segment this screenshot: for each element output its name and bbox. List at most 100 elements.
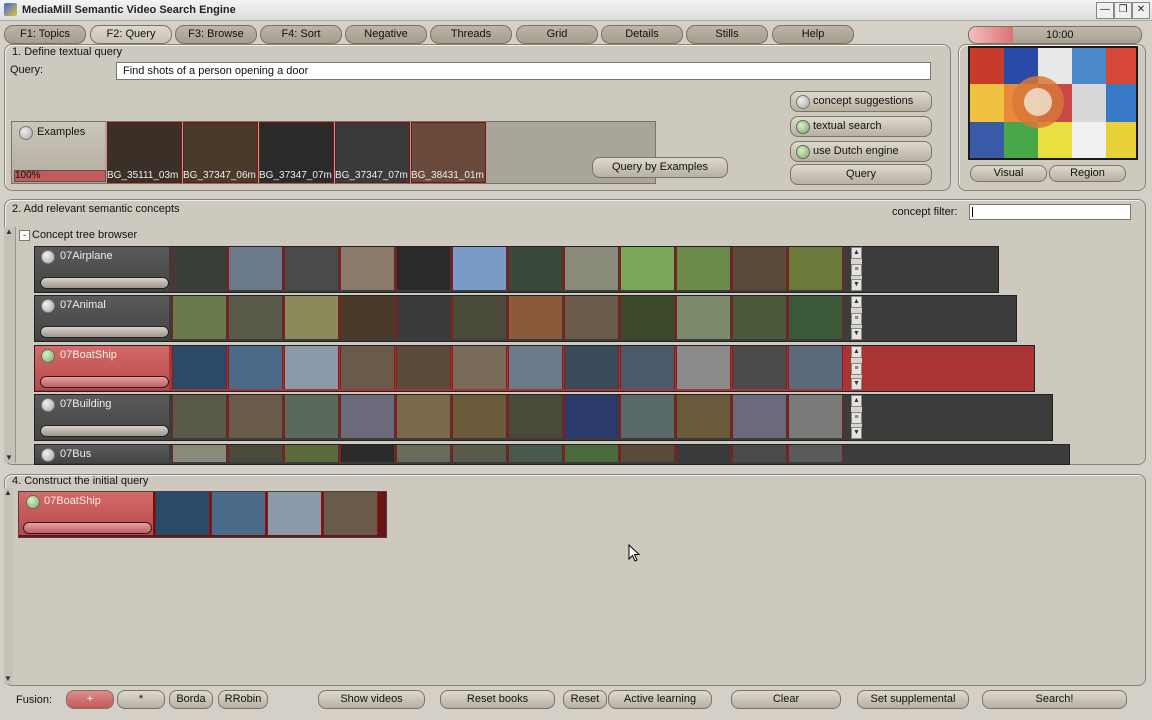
search-button[interactable]: Search! xyxy=(982,690,1127,709)
tab-help[interactable]: Help xyxy=(772,25,854,44)
concept-scrollbar[interactable]: ▲ ▼ xyxy=(4,227,16,463)
concept-thumbnail[interactable] xyxy=(620,395,675,438)
query-concept-thumbnail[interactable] xyxy=(267,492,322,535)
concept-thumbnail[interactable] xyxy=(788,395,843,438)
fusion-button-times[interactable]: * xyxy=(117,690,165,709)
active-learning-button[interactable]: Active learning xyxy=(608,690,712,709)
scroll-down-icon[interactable]: ▼ xyxy=(851,378,862,390)
tab-threads[interactable]: Threads xyxy=(430,25,512,44)
scroll-down-icon[interactable]: ▼ xyxy=(851,427,862,439)
concept-thumbnail[interactable] xyxy=(284,445,339,462)
concept-thumbnail[interactable] xyxy=(396,346,451,389)
concept-thumbnail[interactable] xyxy=(676,346,731,389)
concept-thumbnail[interactable] xyxy=(564,247,619,290)
concept-thumbnail[interactable] xyxy=(172,247,227,290)
query-option-use-Dutch-engine[interactable]: use Dutch engine xyxy=(790,141,932,162)
concept-thumbnail[interactable] xyxy=(732,346,787,389)
concept-thumbnail[interactable] xyxy=(508,445,563,462)
query-concept-thumbnail[interactable] xyxy=(155,492,210,535)
concept-thumbnail[interactable] xyxy=(788,296,843,339)
concept-thumbnail[interactable] xyxy=(676,247,731,290)
tab-stills[interactable]: Stills xyxy=(686,25,768,44)
concept-weight-bar[interactable] xyxy=(40,277,169,289)
option-status-icon[interactable] xyxy=(796,95,810,109)
tab-negative[interactable]: Negative xyxy=(345,25,427,44)
concept-status-icon[interactable] xyxy=(41,349,55,363)
concept-filter-input[interactable] xyxy=(969,204,1131,220)
query-button[interactable]: Query xyxy=(790,164,932,185)
concept-weight-bar[interactable] xyxy=(40,425,169,437)
concept-thumbnail[interactable] xyxy=(788,346,843,389)
tab-details[interactable]: Details xyxy=(601,25,683,44)
query-concept-thumbnail[interactable] xyxy=(323,492,378,535)
concept-thumbnail[interactable] xyxy=(732,247,787,290)
scroll-thumb-icon[interactable]: ≡ xyxy=(851,313,862,325)
concept-thumbnail[interactable] xyxy=(284,395,339,438)
concept-thumbnail[interactable] xyxy=(228,247,283,290)
concept-thumbnail[interactable] xyxy=(620,296,675,339)
concept-thumbnail[interactable] xyxy=(172,296,227,339)
concept-thumbnail[interactable] xyxy=(172,346,227,389)
concept-thumbnail[interactable] xyxy=(676,296,731,339)
concept-thumbnail[interactable] xyxy=(620,346,675,389)
option-status-icon[interactable] xyxy=(796,120,810,134)
concept-thumbnail[interactable] xyxy=(732,395,787,438)
maximize-button[interactable]: ❐ xyxy=(1114,2,1132,19)
scroll-down-icon[interactable]: ▼ xyxy=(851,279,862,291)
set-supplemental-button[interactable]: Set supplemental xyxy=(857,690,969,709)
fusion-button-plus[interactable]: + xyxy=(66,690,114,709)
concept-thumbnail[interactable] xyxy=(284,346,339,389)
query-option-concept-suggestions[interactable]: concept suggestions xyxy=(790,91,932,112)
concept-thumbnail[interactable] xyxy=(396,395,451,438)
concept-status-icon[interactable] xyxy=(41,398,55,412)
scroll-up-icon[interactable]: ▲ xyxy=(4,488,12,497)
concept-thumbnail[interactable] xyxy=(620,247,675,290)
concept-weight-bar[interactable] xyxy=(40,326,169,338)
concept-thumbnail[interactable] xyxy=(508,247,563,290)
visual-query-image[interactable] xyxy=(968,46,1138,160)
tree-collapse-icon[interactable]: - xyxy=(19,230,30,241)
concept-thumbnail[interactable] xyxy=(508,395,563,438)
query-by-examples-button[interactable]: Query by Examples xyxy=(592,157,728,178)
concept-status-icon[interactable] xyxy=(41,299,55,313)
concept-thumbnail[interactable] xyxy=(564,296,619,339)
query-concept-thumbnail[interactable] xyxy=(211,492,266,535)
concept-thumbnail[interactable] xyxy=(228,296,283,339)
concept-thumbnail[interactable] xyxy=(676,395,731,438)
concept-thumbnail[interactable] xyxy=(732,296,787,339)
row-scrollbar[interactable]: ▲ ≡ ▼ xyxy=(851,296,862,340)
scroll-down-icon[interactable]: ▼ xyxy=(851,328,862,340)
concept-thumbnail[interactable] xyxy=(452,247,507,290)
fusion-button-rrobin[interactable]: RRobin xyxy=(218,690,268,709)
region-button[interactable]: Region xyxy=(1049,165,1126,182)
tab-f4-sort[interactable]: F4: Sort xyxy=(260,25,342,44)
row-scrollbar[interactable]: ▲ ≡ ▼ xyxy=(851,346,862,390)
fusion-button-borda[interactable]: Borda xyxy=(169,690,213,709)
row-scrollbar[interactable]: ▲ ≡ ▼ xyxy=(851,395,862,439)
scroll-up-icon[interactable]: ▲ xyxy=(851,247,862,259)
scroll-thumb-icon[interactable]: ≡ xyxy=(851,264,862,276)
show-videos-button[interactable]: Show videos xyxy=(318,690,425,709)
row-scrollbar[interactable]: ▲ ≡ ▼ xyxy=(851,247,862,291)
query-option-textual-search[interactable]: textual search xyxy=(790,116,932,137)
concept-weight-bar[interactable] xyxy=(40,376,169,388)
scroll-up-icon[interactable]: ▲ xyxy=(851,395,862,407)
visual-button[interactable]: Visual xyxy=(970,165,1047,182)
scroll-thumb-icon[interactable]: ≡ xyxy=(851,412,862,424)
concept-thumbnail[interactable] xyxy=(620,445,675,462)
construct-scrollbar[interactable]: ▲ ▼ xyxy=(4,488,13,684)
tab-f1-topics[interactable]: F1: Topics xyxy=(4,25,86,44)
concept-status-icon[interactable] xyxy=(41,250,55,264)
concept-tile[interactable] xyxy=(35,445,169,463)
concept-thumbnail[interactable] xyxy=(676,445,731,462)
concept-thumbnail[interactable] xyxy=(564,395,619,438)
concept-thumbnail[interactable] xyxy=(340,445,395,462)
tab-grid[interactable]: Grid xyxy=(516,25,598,44)
concept-thumbnail[interactable] xyxy=(396,247,451,290)
scroll-up-icon[interactable]: ▲ xyxy=(5,227,13,236)
query-input[interactable]: Find shots of a person opening a door xyxy=(116,62,931,80)
option-status-icon[interactable] xyxy=(796,145,810,159)
concept-thumbnail[interactable] xyxy=(172,445,227,462)
concept-thumbnail[interactable] xyxy=(396,445,451,462)
concept-thumbnail[interactable] xyxy=(452,346,507,389)
